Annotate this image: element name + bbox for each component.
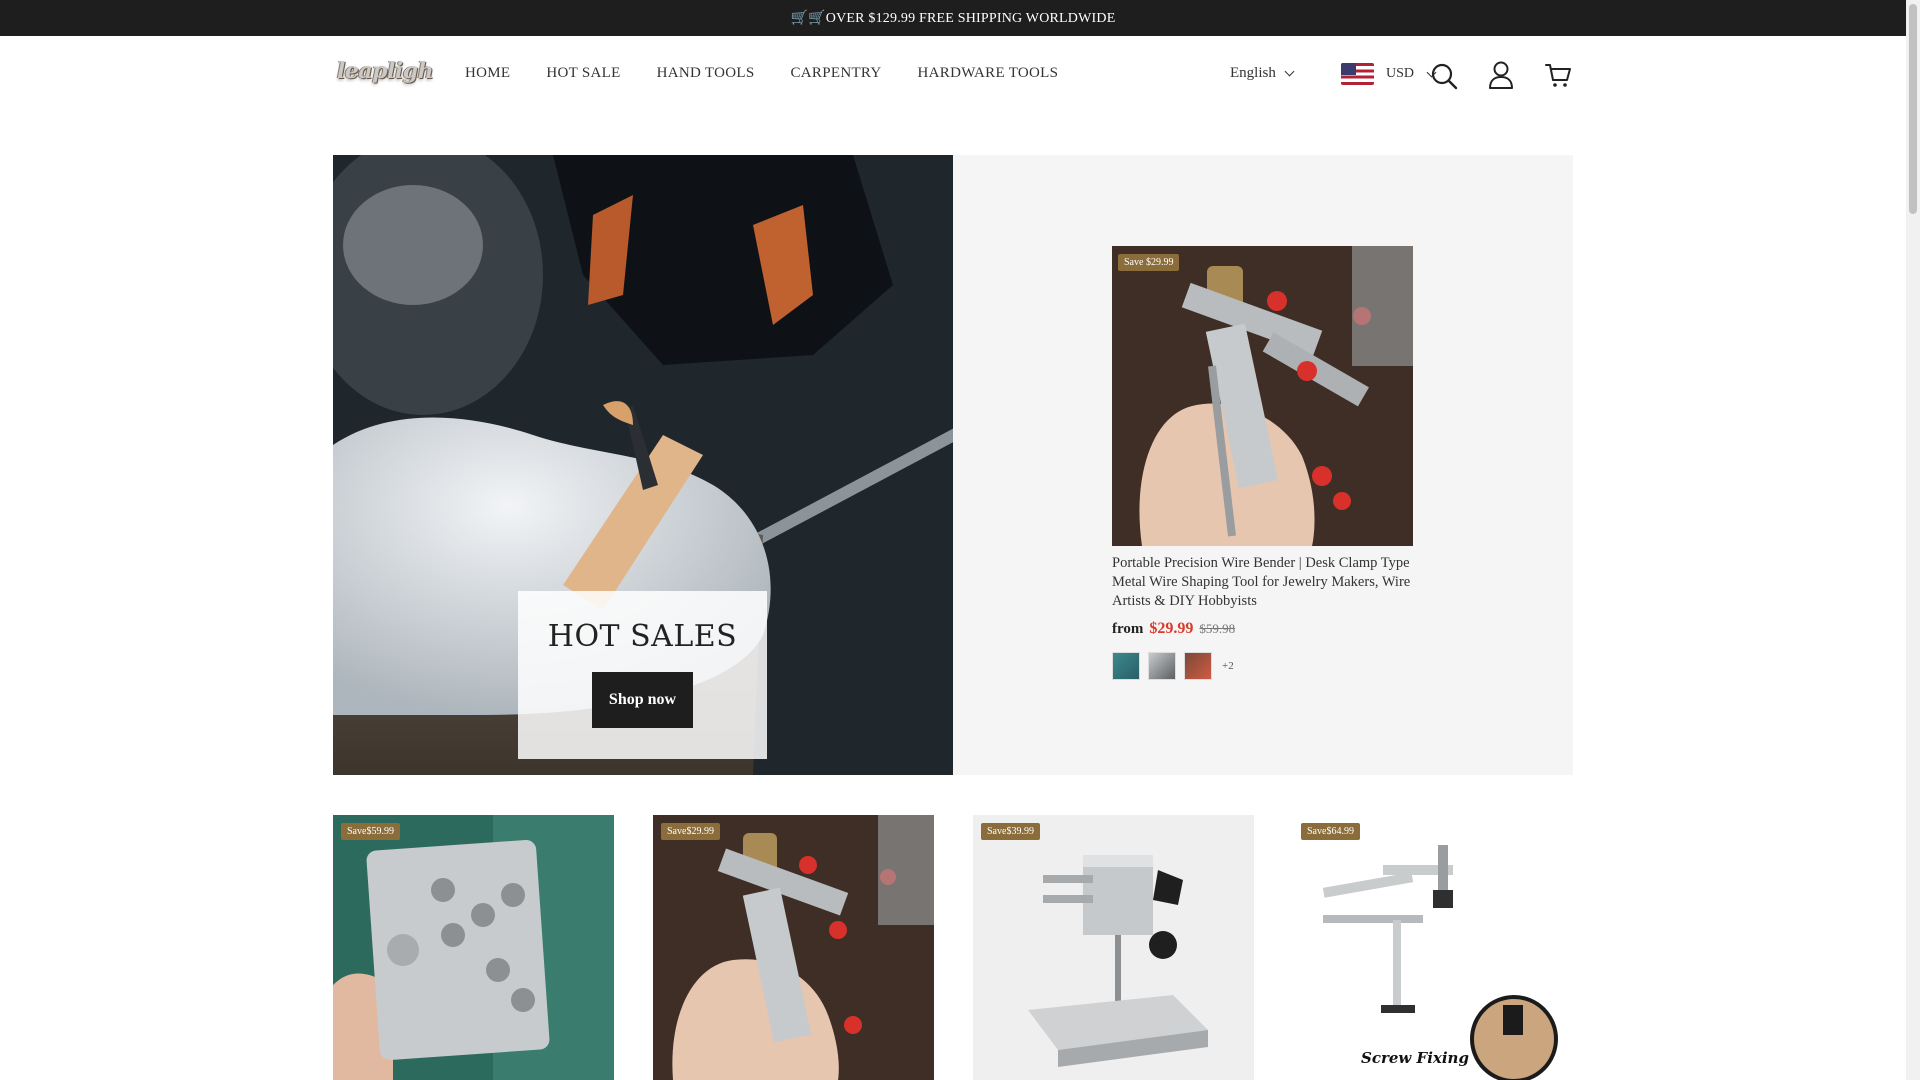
variant-swatches: +2 (1112, 652, 1234, 680)
hero-card: HOT SALES Shop now (518, 591, 767, 759)
featured-product-title[interactable]: Portable Precision Wire Bender | Desk Cl… (1112, 554, 1417, 611)
hero-title: HOT SALES (547, 619, 738, 654)
save-badge: Save$29.99 (661, 823, 720, 840)
nav-carpentry[interactable]: CARPENTRY (790, 65, 881, 82)
account-icon[interactable] (1487, 60, 1519, 92)
product-overlay-text: Screw Fixing (1361, 1049, 1469, 1067)
cart-icon[interactable] (1544, 61, 1576, 93)
nav-hot-sale[interactable]: HOT SALE (546, 65, 620, 82)
sale-price: $29.99 (1149, 620, 1194, 637)
save-badge: Save$59.99 (341, 823, 400, 840)
us-flag-icon (1341, 63, 1374, 85)
currency-selector[interactable]: USD (1341, 63, 1437, 85)
shop-now-button[interactable]: Shop now (592, 672, 693, 728)
product-card[interactable]: Save$59.99 (333, 815, 614, 1080)
featured-product-price: from $29.99 $59.98 (1112, 620, 1235, 638)
language-label: English (1230, 65, 1276, 81)
product-card[interactable]: Save$64.99 Screw Fixing (1293, 815, 1574, 1080)
swatch-1[interactable] (1112, 652, 1140, 680)
page-scrollbar[interactable] (1906, 0, 1920, 1080)
compare-price: $59.98 (1199, 621, 1236, 636)
product-card[interactable]: Save$39.99 (973, 815, 1254, 1080)
nav-home[interactable]: HOME (465, 65, 510, 82)
main-nav: HOME HOT SALE HAND TOOLS CARPENTRY HARDW… (465, 65, 1058, 82)
save-badge: Save$39.99 (981, 823, 1040, 840)
featured-product-image[interactable]: Save $29.99 (1112, 246, 1413, 546)
nav-hand-tools[interactable]: HAND TOOLS (657, 65, 755, 82)
price-prefix: from (1112, 621, 1144, 637)
save-badge: Save$64.99 (1301, 823, 1360, 840)
logo[interactable]: leapligh (337, 58, 434, 84)
language-selector[interactable]: English (1230, 65, 1295, 82)
scrollbar-thumb[interactable] (1909, 4, 1917, 214)
more-swatches[interactable]: +2 (1222, 660, 1234, 672)
product-card[interactable]: Save$29.99 (653, 815, 934, 1080)
search-icon[interactable] (1430, 62, 1462, 94)
currency-label: USD (1386, 66, 1415, 81)
swatch-2[interactable] (1148, 652, 1176, 680)
announcement-bar: 🛒🛒OVER $129.99 FREE SHIPPING WORLDWIDE (0, 0, 1906, 36)
nav-hardware-tools[interactable]: HARDWARE TOOLS (918, 65, 1059, 82)
chevron-down-icon (1284, 66, 1295, 77)
announcement-text: 🛒🛒OVER $129.99 FREE SHIPPING WORLDWIDE (790, 10, 1116, 26)
save-badge: Save $29.99 (1118, 254, 1180, 271)
site-header: leapligh HOME HOT SALE HAND TOOLS CARPEN… (0, 36, 1906, 114)
swatch-3[interactable] (1184, 652, 1212, 680)
